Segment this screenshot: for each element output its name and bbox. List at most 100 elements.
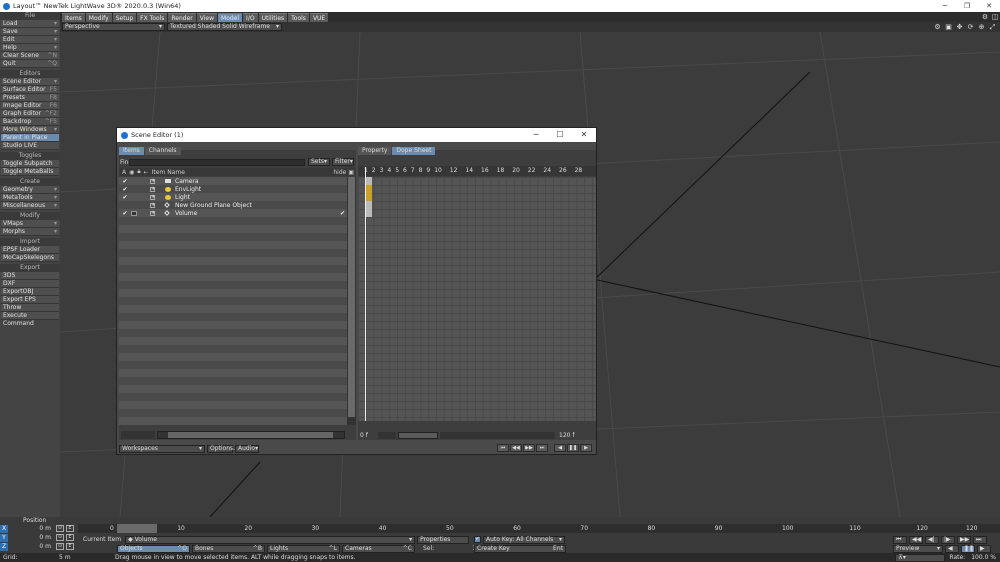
tl-next-frame[interactable]: |▶ xyxy=(941,535,955,544)
expand-icon[interactable]: + xyxy=(150,186,155,192)
position-value[interactable]: 0 m xyxy=(8,534,54,541)
keyframe-light[interactable] xyxy=(366,193,372,201)
timeline-ruler[interactable]: 0 10 20 30 40 50 60 70 80 90 100 110 120 120 xyxy=(78,524,1000,533)
maximize-view-icon[interactable]: ⤢ xyxy=(987,22,998,32)
gear-icon[interactable]: ⚙ xyxy=(932,22,943,32)
menu-tab-fx-tools[interactable]: FX Tools xyxy=(137,12,168,22)
keyframe-camera[interactable] xyxy=(366,177,372,185)
col-active[interactable]: A xyxy=(122,169,126,176)
layout-gear-icon[interactable]: ⚙ xyxy=(980,12,990,22)
tab-property[interactable]: Property xyxy=(358,147,392,155)
keyframe-ground-plane[interactable] xyxy=(366,201,372,209)
tl-prev-key[interactable]: ◀◀ xyxy=(909,535,923,544)
sidebar-btn-exportobj[interactable]: ExportOBJ xyxy=(1,288,59,296)
menu-tab-utilities[interactable]: Utilities xyxy=(258,12,288,22)
sidebar-btn-edit[interactable]: Edit ▾ xyxy=(1,36,59,44)
maximize-button[interactable]: ❐ xyxy=(956,0,978,12)
sidebar-btn-3ds[interactable]: 3DS xyxy=(1,272,59,280)
items-hscrollbar[interactable] xyxy=(157,431,345,439)
snap-select[interactable]: ⊼▾ xyxy=(895,553,946,562)
active-check[interactable]: ✔ xyxy=(122,178,128,185)
position-value[interactable]: 0 m xyxy=(8,543,54,550)
tl-play-reverse[interactable]: ◀ xyxy=(945,544,959,553)
menu-tab-i-o[interactable]: I/O xyxy=(243,12,258,22)
menu-tab-tools[interactable]: Tools xyxy=(288,12,309,22)
bones-button[interactable]: Bones ^B xyxy=(192,544,265,553)
tab-channels[interactable]: Channels xyxy=(144,147,181,155)
sidebar-btn-execute-command[interactable]: Execute Command xyxy=(1,312,59,327)
envelope-icon[interactable]: ⊙ xyxy=(56,534,64,541)
sidebar-btn-export-eps[interactable]: Export EPS xyxy=(1,296,59,304)
sidebar-btn-vmaps[interactable]: VMaps ▾ xyxy=(1,220,59,228)
tl-prev-frame[interactable]: ◀| xyxy=(925,535,939,544)
rate-value[interactable]: 100.0 % xyxy=(971,554,996,561)
lights-button[interactable]: Lights ^L xyxy=(267,544,340,553)
se-close-button[interactable]: ✕ xyxy=(572,128,596,142)
menu-tab-setup[interactable]: Setup xyxy=(112,12,137,22)
next-key-icon[interactable]: ▶▶ xyxy=(523,444,535,452)
sidebar-btn-scene-editor[interactable]: Scene Editor ▾ xyxy=(1,78,59,86)
item-row[interactable]: ✔ + Volume ✔ xyxy=(119,209,347,217)
sidebar-btn-studio-live[interactable]: Studio LIVE xyxy=(1,142,59,150)
sidebar-btn-backdrop[interactable]: Backdrop ^F5 xyxy=(1,118,59,126)
properties-button[interactable]: Properties xyxy=(417,535,470,544)
timeline-end-label[interactable]: 120 xyxy=(966,525,977,532)
sidebar-btn-quit[interactable]: Quit ^Q xyxy=(1,60,59,68)
view-mode-select[interactable]: Perspective ▾ xyxy=(62,23,165,31)
range-field[interactable] xyxy=(378,432,396,439)
item-row[interactable]: + New Ground Plane Object xyxy=(119,201,347,209)
sidebar-btn-miscellaneous[interactable]: Miscellaneous ▾ xyxy=(1,202,59,210)
position-value[interactable]: 0 m xyxy=(8,525,54,532)
pan-icon[interactable]: ✥ xyxy=(954,22,965,32)
image-icon[interactable]: ▣ xyxy=(943,22,954,32)
menu-tab-vue[interactable]: VUE xyxy=(309,12,329,22)
sidebar-btn-morphs[interactable]: Morphs ▾ xyxy=(1,228,59,236)
sidebar-btn-throw[interactable]: Throw xyxy=(1,304,59,312)
se-minimize-button[interactable]: ─ xyxy=(524,128,548,142)
sidebar-btn-toggle-subpatch[interactable]: Toggle Subpatch xyxy=(1,160,59,168)
play-icon[interactable]: ▶ xyxy=(580,444,592,452)
shading-mode-select[interactable]: Textured Shaded Solid Wireframe ▾ xyxy=(167,23,282,31)
cameras-button[interactable]: Cameras ^C xyxy=(342,544,415,553)
expression-icon[interactable]: E xyxy=(66,543,74,550)
menu-tab-model[interactable]: Model xyxy=(218,12,243,22)
item-row[interactable]: ✔ + Light xyxy=(119,193,347,201)
sidebar-btn-parent-in-place[interactable]: Parent in Place xyxy=(1,134,59,142)
sidebar-btn-metatools[interactable]: MetaTools ▾ xyxy=(1,194,59,202)
prev-key-icon[interactable]: ◀◀ xyxy=(510,444,522,452)
pause-icon[interactable]: ❚❚ xyxy=(567,444,579,452)
frame-ruler[interactable]: 12345678910121416182022242628 xyxy=(358,166,596,176)
audio-select[interactable]: Audio ▾ xyxy=(235,444,259,453)
workspaces-select[interactable]: Workspaces ▾ xyxy=(119,444,205,453)
tl-play[interactable]: ▶ xyxy=(977,544,991,553)
options-button[interactable]: Options... xyxy=(207,444,239,453)
expand-icon[interactable]: + xyxy=(150,178,155,184)
active-check[interactable]: ✔ xyxy=(122,194,128,201)
sidebar-btn-clear-scene[interactable]: Clear Scene ^N xyxy=(1,52,59,60)
expression-icon[interactable]: E xyxy=(66,534,74,541)
hide-toggle-icon[interactable]: ▣ xyxy=(348,169,354,176)
sets-select[interactable]: Sets ▾ xyxy=(308,158,330,166)
expand-icon[interactable]: + xyxy=(150,210,155,216)
sidebar-btn-epsf-loader[interactable]: EPSF Loader xyxy=(1,246,59,254)
col-name[interactable]: Name xyxy=(167,169,185,176)
play-reverse-icon[interactable]: ◀ xyxy=(554,444,566,452)
first-frame-icon[interactable]: ⏮ xyxy=(497,444,509,452)
layout-camera-icon[interactable]: ◫ xyxy=(990,12,1000,22)
auto-key-select[interactable]: Auto Key: All Channels ▾ xyxy=(483,535,565,544)
sidebar-btn-graph-editor[interactable]: Graph Editor ^F2 xyxy=(1,110,59,118)
col-hide[interactable]: hide xyxy=(333,169,346,176)
keyframe-envlight[interactable] xyxy=(366,185,372,193)
menu-tab-render[interactable]: Render xyxy=(168,12,196,22)
items-vscrollbar[interactable] xyxy=(347,177,356,425)
visibility-icon[interactable] xyxy=(131,210,137,216)
tab-items[interactable]: Items xyxy=(119,147,144,155)
hide-check[interactable]: ✔ xyxy=(340,210,345,217)
item-row[interactable]: ✔ + EnvLight xyxy=(119,185,347,193)
sidebar-btn-toggle-metaballs[interactable]: Toggle MetaBalls xyxy=(1,168,59,176)
menu-tab-modify[interactable]: Modify xyxy=(85,12,112,22)
menu-tab-view[interactable]: View xyxy=(196,12,218,22)
eye-icon[interactable]: ◉ xyxy=(129,169,134,176)
rotate-icon[interactable]: ⟳ xyxy=(965,22,976,32)
lock-icon[interactable]: 🔒︎ xyxy=(137,168,140,176)
